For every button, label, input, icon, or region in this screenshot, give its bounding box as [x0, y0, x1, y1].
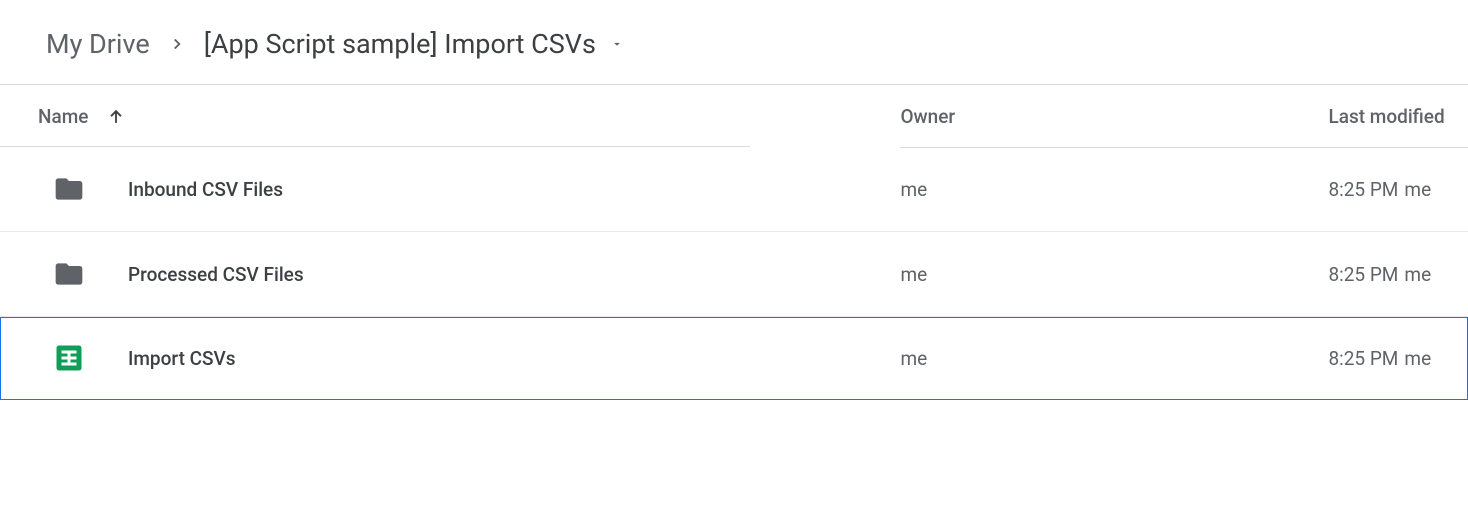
cell-owner: me: [900, 232, 1328, 317]
modified-time: 8:25 PM: [1328, 178, 1398, 201]
cell-name: Import CSVs: [0, 317, 900, 400]
table-row[interactable]: Processed CSV Filesme8:25 PMme: [0, 232, 1468, 317]
table-row[interactable]: Import CSVsme8:25 PMme: [0, 317, 1468, 400]
file-name: Processed CSV Files: [128, 263, 304, 286]
cell-owner: me: [900, 317, 1328, 400]
table-header-row: Name Owner Last modified: [0, 85, 1468, 147]
file-name: Import CSVs: [128, 347, 236, 370]
cell-modified: 8:25 PM me: [1328, 147, 1468, 232]
modified-time: 8:25 PM: [1328, 347, 1398, 370]
breadcrumb-current-folder[interactable]: [App Script sample] Import CSVs: [204, 28, 624, 60]
cell-modified: 8:25 PM me: [1328, 317, 1468, 400]
file-list-table: Name Owner Last modified Inbound CSV Fil…: [0, 85, 1468, 400]
column-header-name-label: Name: [38, 105, 88, 128]
sheets-icon: [38, 343, 100, 373]
folder-icon: [38, 173, 100, 205]
column-header-modified-label: Last modified: [1328, 105, 1444, 128]
cell-name: Processed CSV Files: [0, 232, 900, 317]
file-name: Inbound CSV Files: [128, 178, 283, 201]
caret-down-icon: [610, 37, 624, 51]
column-header-owner-label: Owner: [900, 105, 955, 128]
breadcrumb-root[interactable]: My Drive: [46, 24, 150, 64]
arrow-up-icon: [106, 107, 126, 127]
folder-icon: [38, 258, 100, 290]
modified-by: me: [1404, 263, 1431, 286]
drive-folder-view: My Drive [App Script sample] Import CSVs…: [0, 0, 1468, 400]
column-header-name[interactable]: Name: [0, 85, 750, 147]
cell-name: Inbound CSV Files: [0, 147, 900, 232]
breadcrumb: My Drive [App Script sample] Import CSVs: [0, 24, 1468, 85]
modified-by: me: [1404, 178, 1431, 201]
column-header-owner[interactable]: Owner: [900, 85, 1328, 147]
breadcrumb-current-label: [App Script sample] Import CSVs: [204, 28, 596, 60]
modified-time: 8:25 PM: [1328, 263, 1398, 286]
modified-by: me: [1404, 347, 1431, 370]
column-header-modified[interactable]: Last modified: [1328, 85, 1468, 147]
table-row[interactable]: Inbound CSV Filesme8:25 PMme: [0, 147, 1468, 232]
cell-modified: 8:25 PM me: [1328, 232, 1468, 317]
cell-owner: me: [900, 147, 1328, 232]
chevron-right-icon: [168, 35, 186, 53]
